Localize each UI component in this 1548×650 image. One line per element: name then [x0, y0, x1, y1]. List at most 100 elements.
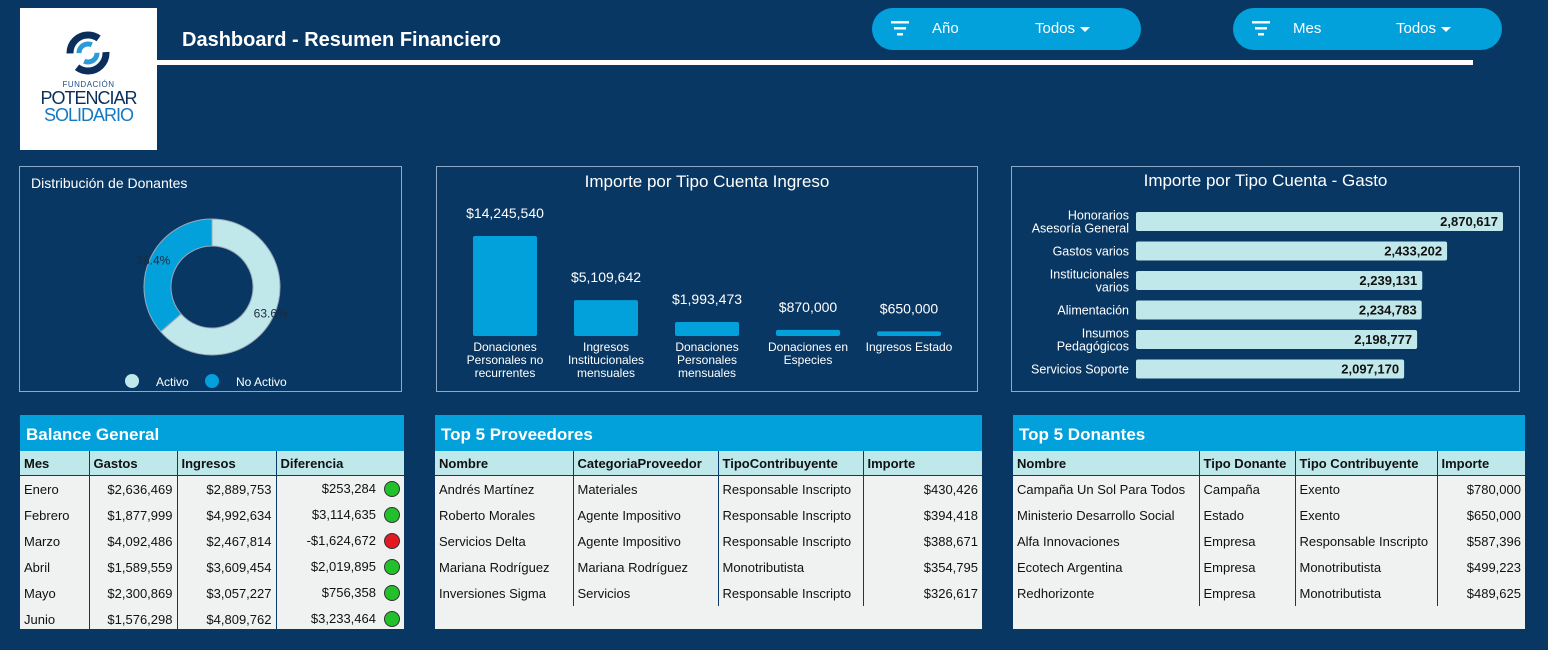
- table-cell: Responsable Inscripto: [718, 475, 864, 502]
- cell-value: $780,000: [1466, 481, 1521, 497]
- proveedores-col-nombre[interactable]: Nombre: [435, 451, 574, 476]
- bar-category-label: Especies: [784, 353, 833, 367]
- table-cell: $2,636,469: [89, 475, 178, 502]
- filter-year-dropdown[interactable]: Todos: [1035, 20, 1091, 37]
- proveedores-col-categoria[interactable]: CategoriaProveedor: [573, 451, 719, 476]
- table-row: Roberto Morales Agente Impositivo Responsa…: [435, 502, 982, 528]
- table-cell: $354,795: [863, 554, 982, 580]
- cell-value: Ministerio Desarrollo Social: [1017, 507, 1175, 523]
- bar-category-label: Insumos: [1082, 327, 1129, 341]
- page-title: Dashboard - Resumen Financiero: [182, 29, 501, 51]
- proveedores-col-importe[interactable]: Importe: [863, 451, 982, 476]
- table-cell: Marzo: [20, 528, 90, 554]
- balance-col-ingresos[interactable]: Ingresos: [177, 451, 277, 476]
- table-cell: $587,396: [1437, 528, 1525, 554]
- cell-value: Responsable Inscripto: [722, 507, 852, 523]
- bar-category-label: mensuales: [678, 366, 736, 380]
- donantes-col-tipo-donante[interactable]: Tipo Donante: [1199, 451, 1296, 476]
- cell-value: $394,418: [923, 507, 978, 523]
- bar-category-label: recurrentes: [475, 366, 536, 380]
- bar-value-label: 2,198,777: [1354, 332, 1412, 347]
- table-cell: Monotributista: [1295, 580, 1438, 606]
- balance-col-gastos[interactable]: Gastos: [89, 451, 178, 476]
- table-cell: Servicios Delta: [435, 528, 574, 554]
- table-cell: Monotributista: [1295, 554, 1438, 580]
- bar-category-label: Personales: [677, 353, 737, 367]
- proveedores-col-tipo[interactable]: TipoContribuyente: [718, 451, 864, 476]
- legend-label[interactable]: Activo: [156, 375, 189, 389]
- cell-value: Empresa: [1203, 585, 1256, 601]
- donantes-col-nombre[interactable]: Nombre: [1013, 451, 1200, 476]
- cell-value: Abril: [24, 559, 51, 575]
- bar-category-label: Ingresos Estado: [866, 340, 953, 354]
- cell-value: Empresa: [1203, 533, 1256, 549]
- cell-value: Empresa: [1203, 559, 1256, 575]
- bar-category-label: Servicios Soporte: [1031, 363, 1129, 377]
- cell-value: $3,609,454: [206, 559, 272, 575]
- table-cell: $3,609,454: [177, 554, 277, 580]
- cell-value: Mariana Rodríguez: [577, 559, 689, 575]
- table-row: Servicios Delta Agente Impositivo Responsa…: [435, 528, 982, 554]
- table-row: Ecotech Argentina Empresa Monotributista $4…: [1013, 554, 1525, 580]
- donantes-col-importe[interactable]: Importe: [1437, 451, 1525, 476]
- filter-month[interactable]: Mes Todos: [1233, 8, 1502, 50]
- table-row: Campaña Un Sol Para Todos Campaña Exento $7…: [1013, 475, 1525, 502]
- table-cell: Empresa: [1199, 528, 1296, 554]
- table-cell: Ministerio Desarrollo Social: [1013, 502, 1200, 528]
- donut-slice-label: 36.4%: [136, 253, 170, 267]
- filter-month-label: Mes: [1293, 20, 1322, 37]
- donut-panel: Distribución de Donantes 63.6% 36.4% Activ…: [19, 166, 402, 392]
- balance-col-diferencia[interactable]: Diferencia: [276, 451, 404, 476]
- cell-value: Enero: [24, 481, 59, 497]
- table-cell: Abril: [20, 554, 90, 580]
- table-cell: Andrés Martínez: [435, 475, 574, 502]
- filter-month-value: Todos: [1396, 20, 1437, 37]
- table-cell: $2,889,753: [177, 475, 277, 502]
- table-cell: $1,589,559: [89, 554, 178, 580]
- table-cell: Mayo: [20, 580, 90, 606]
- cell-value: Servicios: [577, 585, 631, 601]
- proveedores-table: Nombre CategoriaProveedor TipoContribuye…: [435, 451, 982, 606]
- table-cell: $3,114,635: [276, 502, 404, 528]
- table-cell: $2,019,895: [276, 554, 404, 580]
- donantes-col-tipo-contribuyente[interactable]: Tipo Contribuyente: [1295, 451, 1438, 476]
- cell-value: Exento: [1299, 481, 1340, 497]
- legend-label[interactable]: No Activo: [236, 375, 287, 389]
- table-cell: Inversiones Sigma: [435, 580, 574, 606]
- table-row: Febrero $1,877,999 $4,992,634 $3,114,635: [20, 502, 404, 528]
- cell-value: $3,057,227: [206, 585, 272, 601]
- logo: FUNDACIÓN POTENCIAR SOLIDARIO: [20, 8, 157, 150]
- table-cell: Materiales: [573, 475, 719, 502]
- table-row: Enero $2,636,469 $2,889,753 $253,284: [20, 475, 404, 503]
- filter-icon: [1252, 21, 1270, 36]
- table-cell: Servicios: [573, 580, 719, 606]
- cell-value: Monotributista: [1299, 559, 1382, 575]
- cell-value: Responsable Inscripto: [722, 533, 852, 549]
- donantes-table: Nombre Tipo Donante Tipo Contribuyente I…: [1013, 451, 1525, 606]
- cell-value: Marzo: [24, 533, 61, 549]
- cell-value: Agente Impositivo: [577, 533, 681, 549]
- bar-category-label: Donaciones en: [768, 340, 848, 354]
- donantes-title: Top 5 Donantes: [1013, 415, 1525, 451]
- table-row: Abril $1,589,559 $3,609,454 $2,019,895: [20, 554, 404, 580]
- table-cell: Empresa: [1199, 580, 1296, 606]
- cell-value: Monotributista: [1299, 585, 1382, 601]
- table-cell: Campaña Un Sol Para Todos: [1013, 475, 1200, 502]
- bar-value-label: 2,234,783: [1359, 303, 1417, 318]
- table-cell: $499,223: [1437, 554, 1525, 580]
- cell-value: Mayo: [24, 585, 56, 601]
- filter-month-dropdown[interactable]: Todos: [1396, 20, 1452, 37]
- table-cell: Febrero: [20, 502, 90, 528]
- table-cell: $4,092,486: [89, 528, 178, 554]
- bar: [574, 300, 638, 336]
- table-cell: $2,467,814: [177, 528, 277, 554]
- table-cell: $253,284: [276, 476, 404, 503]
- cell-value: Inversiones Sigma: [439, 585, 546, 601]
- gasto-chart-panel: Importe por Tipo Cuenta - Gasto 2,870,61…: [1011, 166, 1520, 392]
- table-cell: Ecotech Argentina: [1013, 554, 1200, 580]
- filter-year[interactable]: Año Todos: [872, 8, 1141, 50]
- proveedores-table-panel: Top 5 Proveedores Nombre CategoriaProvee…: [435, 415, 982, 629]
- balance-col-mes[interactable]: Mes: [20, 451, 90, 476]
- cell-value: Exento: [1299, 507, 1340, 523]
- filter-year-value: Todos: [1035, 20, 1076, 37]
